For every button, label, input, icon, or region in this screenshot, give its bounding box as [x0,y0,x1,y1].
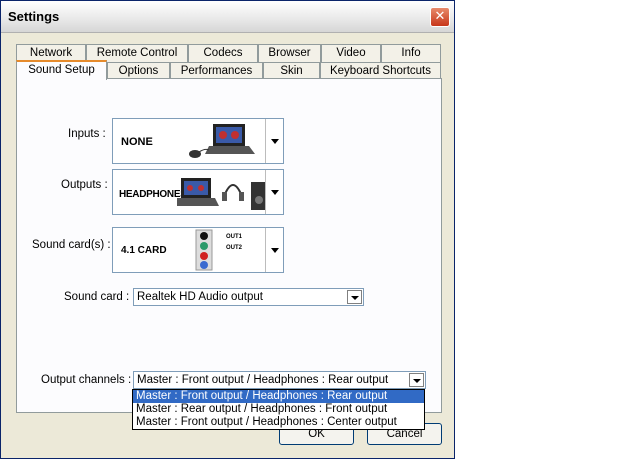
sound-cards-label: Sound card(s) : [32,239,111,251]
outputs-label: Outputs : [61,179,108,191]
laptop-mic-icon [189,124,255,158]
sound-card-select[interactable]: Realtek HD Audio output [133,288,364,306]
list-item[interactable]: Master : Front output / Headphones : Rea… [133,390,424,403]
list-item[interactable]: Master : Front output / Headphones : Cen… [133,416,424,429]
tab-browser[interactable]: Browser [258,44,321,62]
sound-cards-value: 4.1 CARD [121,245,167,256]
out2-label: OUT2 [226,245,243,251]
sound-card-value: Realtek HD Audio output [137,291,263,303]
output-channels-label: Output channels : [41,374,132,386]
close-button[interactable]: ✕ [430,7,450,27]
inputs-selector[interactable]: NONE [112,118,284,164]
tab-codecs[interactable]: Codecs [188,44,258,62]
output-channels-select[interactable]: Master : Front output / Headphones : Rea… [133,371,426,389]
tab-info[interactable]: Info [381,44,441,62]
inputs-dropdown-arrow[interactable] [265,119,283,163]
chevron-down-icon[interactable] [409,373,424,387]
sound-card-label: Sound card : [64,291,130,303]
outputs-selector[interactable]: HEADPHONES [112,169,284,215]
tab-video[interactable]: Video [321,44,381,62]
inputs-label: Inputs : [68,128,106,140]
chevron-down-icon[interactable] [347,290,362,304]
out1-label: OUT1 [226,234,243,240]
output-channels-value: Master : Front output / Headphones : Rea… [137,374,389,386]
output-channels-dropdown-list: Master : Front output / Headphones : Rea… [132,389,425,430]
outputs-dropdown-arrow[interactable] [265,170,283,214]
audio-jacks-icon [195,229,213,271]
window-title: Settings [8,9,60,24]
title-bar[interactable]: Settings ✕ [1,1,454,33]
sound-cards-selector[interactable]: 4.1 CARD OUT1 OUT2 [112,227,284,273]
list-item[interactable]: Master : Rear output / Headphones : Fron… [133,403,424,416]
sound-cards-dropdown-arrow[interactable] [265,228,283,272]
inputs-value: NONE [121,136,153,148]
tab-sound-setup[interactable]: Sound Setup [16,60,107,80]
laptop-headphones-icon [177,178,267,210]
close-icon: ✕ [434,9,446,24]
